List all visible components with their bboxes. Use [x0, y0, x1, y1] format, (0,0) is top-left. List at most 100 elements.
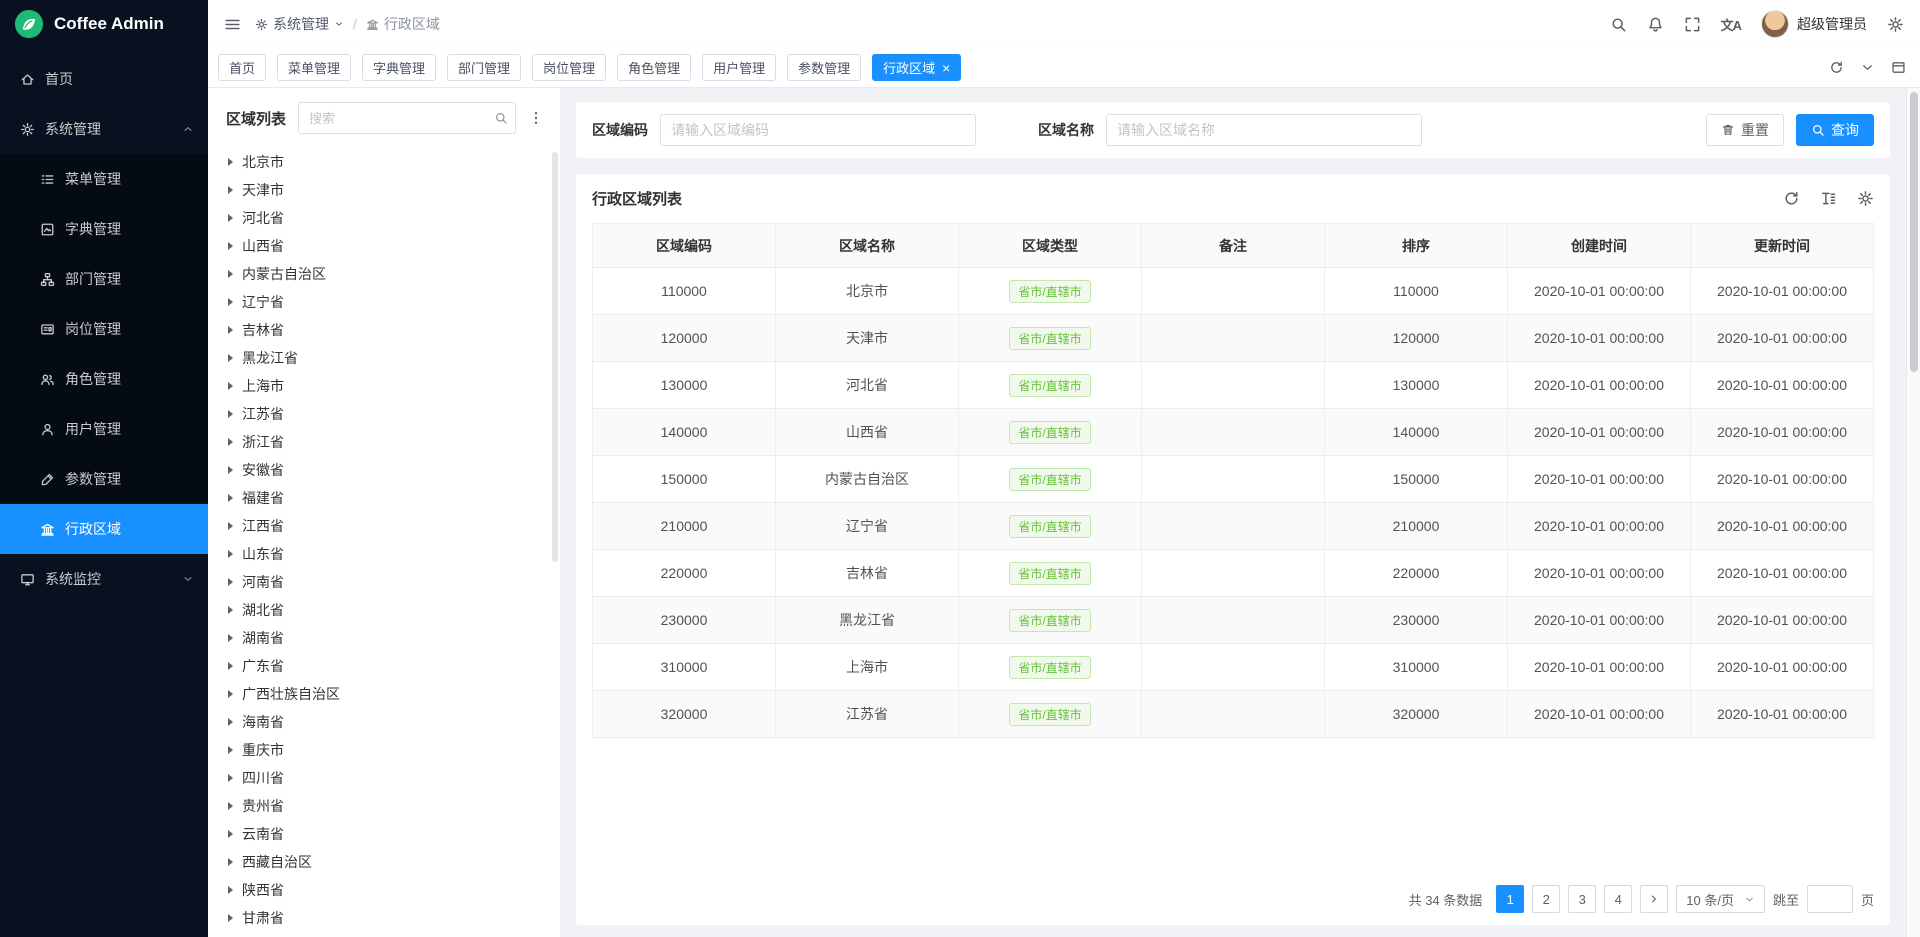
tab-9[interactable]: 行政区域×: [872, 54, 961, 81]
caret-right-icon[interactable]: [228, 242, 233, 250]
region-code-input[interactable]: [660, 114, 976, 146]
next-page-button[interactable]: [1640, 885, 1668, 913]
sidebar-item-system-management[interactable]: 系统管理: [0, 104, 208, 154]
caret-right-icon[interactable]: [228, 746, 233, 754]
page-button-1[interactable]: 1: [1496, 885, 1524, 913]
tree-item-18[interactable]: 湖南省: [226, 624, 544, 652]
tab-4[interactable]: 部门管理: [447, 54, 521, 81]
caret-right-icon[interactable]: [228, 438, 233, 446]
page-button-2[interactable]: 2: [1532, 885, 1560, 913]
tree-search-input[interactable]: [298, 102, 516, 134]
caret-right-icon[interactable]: [228, 158, 233, 166]
tab-5[interactable]: 岗位管理: [532, 54, 606, 81]
tree-item-12[interactable]: 安徽省: [226, 456, 544, 484]
caret-right-icon[interactable]: [228, 186, 233, 194]
tab-close-icon[interactable]: ×: [942, 61, 950, 75]
caret-right-icon[interactable]: [228, 774, 233, 782]
tree-item-14[interactable]: 江西省: [226, 512, 544, 540]
sidebar-subitem-1[interactable]: 菜单管理: [0, 154, 208, 204]
sidebar-subitem-4[interactable]: 岗位管理: [0, 304, 208, 354]
tab-6[interactable]: 角色管理: [617, 54, 691, 81]
tab-8[interactable]: 参数管理: [787, 54, 861, 81]
fullscreen-icon[interactable]: [1684, 16, 1701, 33]
caret-right-icon[interactable]: [228, 662, 233, 670]
table-row-1[interactable]: 110000北京市省市/直辖市1100002020-10-01 00:00:00…: [593, 268, 1874, 315]
caret-right-icon[interactable]: [228, 298, 233, 306]
tree-item-19[interactable]: 广东省: [226, 652, 544, 680]
table-row-3[interactable]: 130000河北省省市/直辖市1300002020-10-01 00:00:00…: [593, 362, 1874, 409]
table-row-9[interactable]: 310000上海市省市/直辖市3100002020-10-01 00:00:00…: [593, 644, 1874, 691]
collapse-sidebar-icon[interactable]: [224, 16, 241, 33]
translate-icon[interactable]: 文A: [1721, 15, 1741, 34]
tree-item-16[interactable]: 河南省: [226, 568, 544, 596]
column-settings-icon[interactable]: [1857, 190, 1874, 207]
page-button-3[interactable]: 3: [1568, 885, 1596, 913]
tree-item-21[interactable]: 海南省: [226, 708, 544, 736]
table-row-5[interactable]: 150000内蒙古自治区省市/直辖市1500002020-10-01 00:00…: [593, 456, 1874, 503]
tree-item-23[interactable]: 四川省: [226, 764, 544, 792]
caret-right-icon[interactable]: [228, 410, 233, 418]
vertical-scrollbar[interactable]: [1906, 88, 1920, 937]
table-row-7[interactable]: 220000吉林省省市/直辖市2200002020-10-01 00:00:00…: [593, 550, 1874, 597]
tree-item-15[interactable]: 山东省: [226, 540, 544, 568]
sidebar-item-system-monitor[interactable]: 系统监控: [0, 554, 208, 604]
tab-3[interactable]: 字典管理: [362, 54, 436, 81]
caret-right-icon[interactable]: [228, 550, 233, 558]
caret-right-icon[interactable]: [228, 858, 233, 866]
breadcrumb-parent[interactable]: 系统管理: [255, 14, 344, 34]
tree-item-3[interactable]: 河北省: [226, 204, 544, 232]
sidebar-subitem-5[interactable]: 角色管理: [0, 354, 208, 404]
caret-right-icon[interactable]: [228, 522, 233, 530]
caret-right-icon[interactable]: [228, 382, 233, 390]
caret-right-icon[interactable]: [228, 802, 233, 810]
caret-right-icon[interactable]: [228, 606, 233, 614]
caret-right-icon[interactable]: [228, 494, 233, 502]
tree-item-4[interactable]: 山西省: [226, 232, 544, 260]
caret-right-icon[interactable]: [228, 354, 233, 362]
search-icon[interactable]: [494, 111, 508, 125]
table-row-10[interactable]: 320000江苏省省市/直辖市3200002020-10-01 00:00:00…: [593, 691, 1874, 738]
tab-options-chevron-icon[interactable]: [1860, 60, 1875, 75]
sidebar-subitem-3[interactable]: 部门管理: [0, 254, 208, 304]
jump-page-input[interactable]: [1807, 885, 1853, 913]
caret-right-icon[interactable]: [228, 466, 233, 474]
notification-bell-icon[interactable]: [1647, 16, 1664, 33]
caret-right-icon[interactable]: [228, 886, 233, 894]
page-button-4[interactable]: 4: [1604, 885, 1632, 913]
sidebar-subitem-6[interactable]: 用户管理: [0, 404, 208, 454]
tree-more-icon[interactable]: [528, 110, 544, 126]
caret-right-icon[interactable]: [228, 214, 233, 222]
tree-item-26[interactable]: 西藏自治区: [226, 848, 544, 876]
caret-right-icon[interactable]: [228, 830, 233, 838]
caret-right-icon[interactable]: [228, 690, 233, 698]
reset-button[interactable]: 重置: [1706, 114, 1784, 146]
tab-7[interactable]: 用户管理: [702, 54, 776, 81]
caret-right-icon[interactable]: [228, 914, 233, 922]
tab-1[interactable]: 首页: [218, 54, 266, 81]
tree-item-25[interactable]: 云南省: [226, 820, 544, 848]
table-row-2[interactable]: 120000天津市省市/直辖市1200002020-10-01 00:00:00…: [593, 315, 1874, 362]
table-row-8[interactable]: 230000黑龙江省省市/直辖市2300002020-10-01 00:00:0…: [593, 597, 1874, 644]
tree-item-22[interactable]: 重庆市: [226, 736, 544, 764]
query-button[interactable]: 查询: [1796, 114, 1874, 146]
app-logo[interactable]: Coffee Admin: [0, 0, 208, 48]
sidebar-subitem-2[interactable]: 字典管理: [0, 204, 208, 254]
region-name-input[interactable]: [1106, 114, 1422, 146]
tree-item-27[interactable]: 陕西省: [226, 876, 544, 904]
tree-item-1[interactable]: 北京市: [226, 148, 544, 176]
tree-item-5[interactable]: 内蒙古自治区: [226, 260, 544, 288]
density-icon[interactable]: [1820, 190, 1837, 207]
tree-item-29[interactable]: 青海省: [226, 932, 544, 937]
table-row-4[interactable]: 140000山西省省市/直辖市1400002020-10-01 00:00:00…: [593, 409, 1874, 456]
caret-right-icon[interactable]: [228, 326, 233, 334]
page-size-select[interactable]: 10 条/页: [1676, 885, 1765, 913]
tree-item-13[interactable]: 福建省: [226, 484, 544, 512]
caret-right-icon[interactable]: [228, 270, 233, 278]
avatar[interactable]: [1761, 10, 1789, 38]
sidebar-subitem-8[interactable]: 行政区域: [0, 504, 208, 554]
table-row-6[interactable]: 210000辽宁省省市/直辖市2100002020-10-01 00:00:00…: [593, 503, 1874, 550]
sidebar-item-home[interactable]: 首页: [0, 54, 208, 104]
layout-icon[interactable]: [1891, 60, 1906, 75]
scrollbar-thumb[interactable]: [1910, 92, 1918, 372]
refresh-icon[interactable]: [1783, 190, 1800, 207]
